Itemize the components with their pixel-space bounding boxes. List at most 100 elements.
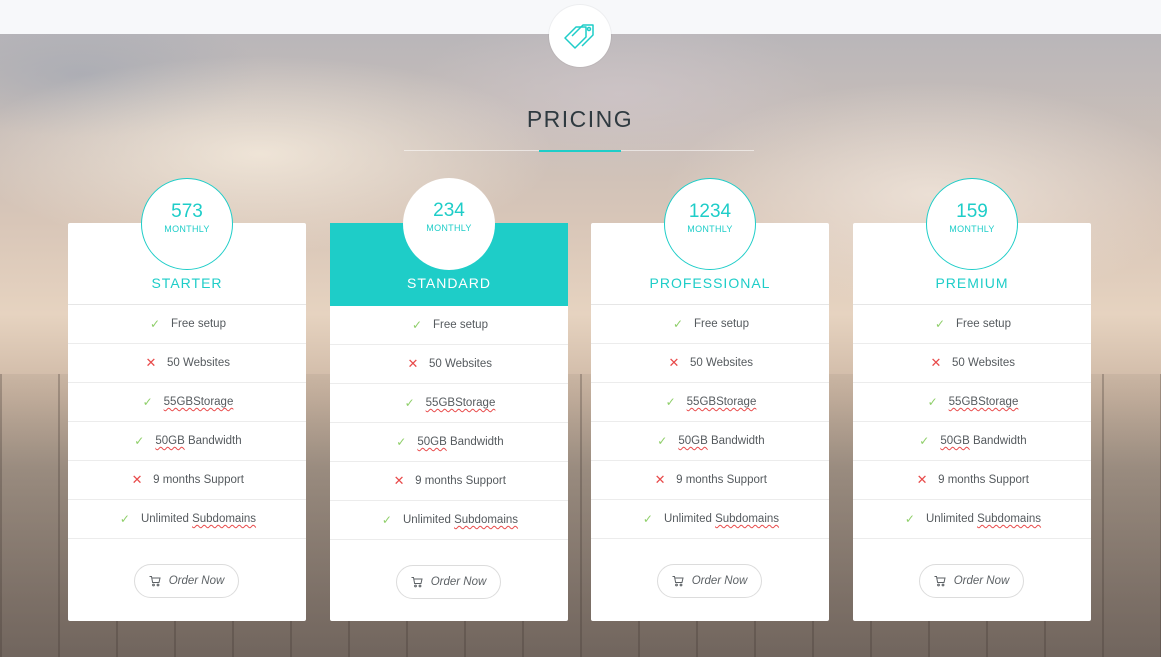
feature-label: 55GBStorage	[426, 397, 496, 409]
check-icon: ✓	[119, 512, 130, 526]
feature-row: ✓ 55GBStorage	[591, 383, 829, 422]
price-value: 1234	[688, 201, 732, 222]
feature-row: ✓ 55GBStorage	[68, 383, 306, 422]
feature-text-post: Bandwidth	[969, 435, 1027, 447]
price-value: 573	[171, 201, 203, 222]
feature-label: 55GBStorage	[164, 396, 234, 408]
feature-text-pre: Free setup	[694, 318, 749, 330]
feature-text-wavy: 55GBStorage	[163, 396, 234, 408]
feature-list: ✓ Free setup ✕ 50 Websites ✓ 55GBStorage ✓ 50GB…	[853, 305, 1091, 539]
feature-text-wavy: 50GB	[678, 435, 708, 447]
check-icon: ✓	[665, 395, 676, 409]
card-header: 234 MONTHLY STANDARD	[330, 178, 568, 306]
feature-label: 9 months Support	[676, 474, 767, 486]
feature-text-pre: Free setup	[433, 319, 488, 331]
feature-row: ✓ Free setup	[853, 305, 1091, 344]
feature-label: Unlimited Subdomains	[403, 514, 518, 526]
check-icon: ✓	[927, 395, 938, 409]
price-period: MONTHLY	[164, 224, 210, 234]
feature-row: ✕ 50 Websites	[330, 345, 568, 384]
feature-text-post: Bandwidth	[184, 435, 242, 447]
feature-row: ✕ 9 months Support	[68, 461, 306, 500]
feature-text-wavy: Subdomains	[192, 513, 257, 525]
check-icon: ✓	[934, 317, 946, 331]
feature-row: ✕ 50 Websites	[853, 344, 1091, 383]
cart-icon	[672, 575, 684, 587]
feature-list: ✓ Free setup ✕ 50 Websites ✓ 55GBStorage ✓ 50GB…	[68, 305, 306, 539]
feature-text-pre: Free setup	[171, 318, 226, 330]
price-period: MONTHLY	[426, 223, 472, 233]
order-now-button[interactable]: Order Now	[396, 565, 501, 599]
feature-label: 55GBStorage	[949, 396, 1019, 408]
feature-label: Free setup	[694, 318, 749, 330]
price-period: MONTHLY	[687, 224, 733, 234]
cross-icon: ✕	[668, 355, 680, 370]
feature-row: ✕ 9 months Support	[853, 461, 1091, 500]
feature-row: ✓ Free setup	[591, 305, 829, 344]
plan-name: STARTER	[151, 275, 223, 291]
price-period: MONTHLY	[949, 224, 995, 234]
feature-text-pre: 50 Websites	[166, 357, 231, 369]
feature-text-wavy: Subdomains	[715, 513, 780, 525]
order-now-label: Order Now	[953, 575, 1010, 587]
feature-row: ✓ Free setup	[68, 305, 306, 344]
feature-row: ✕ 50 Websites	[68, 344, 306, 383]
feature-text-wavy: 55GBStorage	[425, 397, 496, 409]
feature-text-pre: 9 months Support	[153, 474, 244, 486]
feature-row: ✓ 50GB Bandwidth	[591, 422, 829, 461]
order-now-button[interactable]: Order Now	[134, 564, 239, 598]
feature-row: ✓ 55GBStorage	[330, 384, 568, 423]
title-accent-bar	[539, 150, 621, 152]
feature-label: 50 Websites	[952, 357, 1015, 369]
feature-row: ✓ Unlimited Subdomains	[330, 501, 568, 540]
check-icon: ✓	[919, 434, 930, 448]
card-header: 1234 MONTHLY PROFESSIONAL	[591, 178, 829, 305]
plan-name: STANDARD	[407, 275, 491, 291]
check-icon: ✓	[142, 395, 153, 409]
feature-label: 50GB Bandwidth	[417, 436, 503, 448]
feature-label: Free setup	[956, 318, 1011, 330]
check-icon: ✓	[396, 435, 407, 449]
check-icon: ✓	[411, 318, 423, 332]
feature-row: ✕ 50 Websites	[591, 344, 829, 383]
order-area: Order Now	[591, 539, 829, 622]
pricing-card-professional: 1234 MONTHLY PROFESSIONAL ✓ Free setup ✕ 50…	[591, 178, 829, 622]
feature-text-wavy: Subdomains	[454, 514, 519, 526]
cross-icon: ✕	[145, 355, 157, 370]
feature-label: 55GBStorage	[687, 396, 757, 408]
feature-text-pre: Unlimited	[663, 513, 716, 525]
order-now-button[interactable]: Order Now	[657, 564, 762, 598]
order-now-label: Order Now	[430, 576, 487, 588]
check-icon: ✓	[134, 434, 145, 448]
order-now-button[interactable]: Order Now	[919, 564, 1024, 598]
order-now-label: Order Now	[691, 575, 748, 587]
cart-icon	[411, 576, 423, 588]
price-badge: 573 MONTHLY	[141, 178, 233, 270]
feature-label: 50GB Bandwidth	[155, 435, 241, 447]
check-icon: ✓	[672, 317, 684, 331]
feature-label: 9 months Support	[415, 475, 506, 487]
feature-text-wavy: 50GB	[940, 435, 970, 447]
feature-label: 9 months Support	[938, 474, 1029, 486]
cross-icon: ✕	[930, 355, 942, 370]
feature-text-pre: Unlimited	[925, 513, 978, 525]
tags-icon	[564, 24, 594, 49]
feature-row: ✓ Free setup	[330, 306, 568, 345]
feature-label: Unlimited Subdomains	[141, 513, 256, 525]
page-title: PRICING	[526, 106, 634, 132]
feature-row: ✓ 50GB Bandwidth	[853, 422, 1091, 461]
feature-text-pre: Unlimited	[402, 514, 455, 526]
check-icon: ✓	[381, 513, 392, 527]
feature-row: ✓ Unlimited Subdomains	[68, 500, 306, 539]
feature-row: ✓ Unlimited Subdomains	[853, 500, 1091, 539]
feature-label: Free setup	[433, 319, 488, 331]
cross-icon: ✕	[393, 473, 405, 488]
order-area: Order Now	[330, 540, 568, 623]
cart-icon	[149, 575, 161, 587]
feature-label: Unlimited Subdomains	[926, 513, 1041, 525]
feature-label: 50GB Bandwidth	[678, 435, 764, 447]
feature-label: 50 Websites	[429, 358, 492, 370]
feature-text-pre: 9 months Support	[938, 474, 1029, 486]
feature-label: 9 months Support	[153, 474, 244, 486]
logo-badge	[549, 5, 611, 67]
